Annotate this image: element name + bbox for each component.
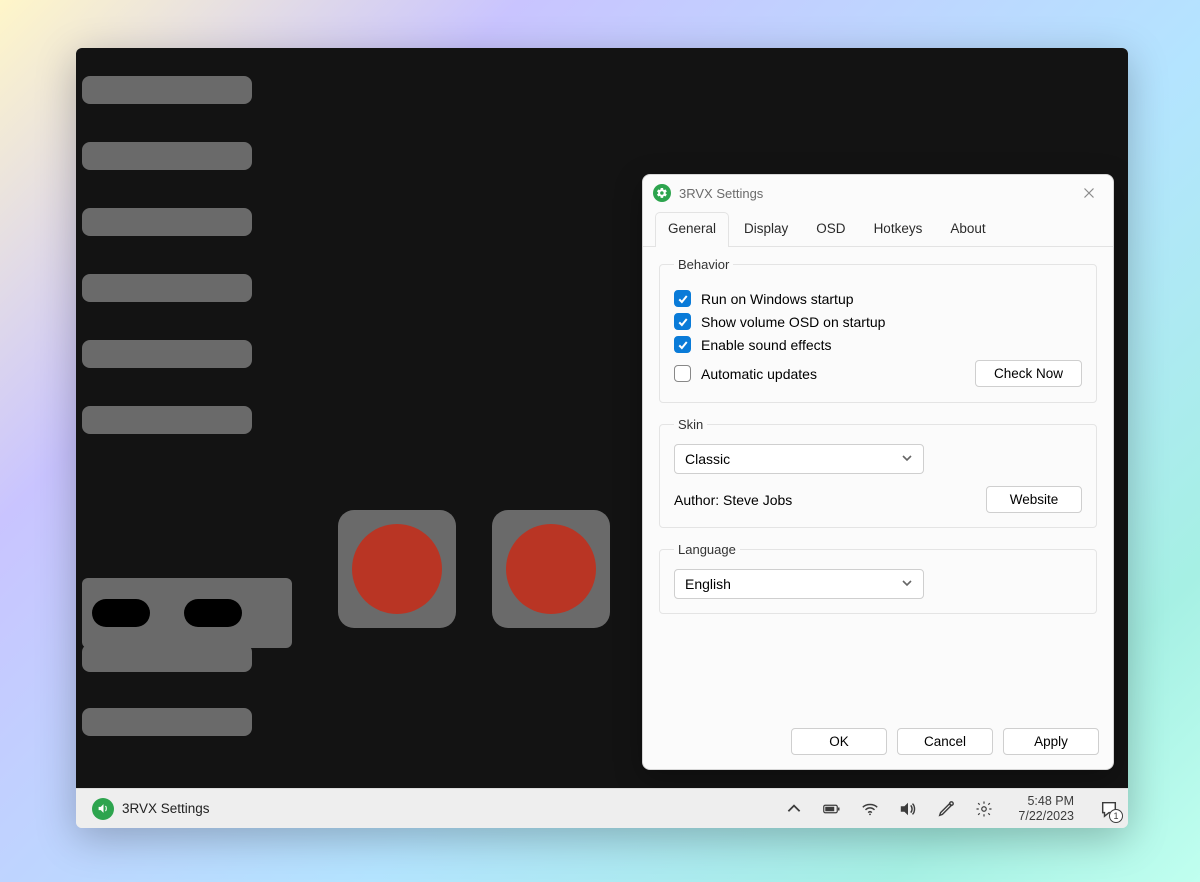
nes-lower-bars bbox=[82, 608, 252, 772]
gear-icon[interactable] bbox=[974, 799, 994, 819]
battery-icon[interactable] bbox=[822, 799, 842, 819]
app-window: 3RVX Settings General Display OSD Hotkey… bbox=[76, 48, 1128, 828]
language-select-value: English bbox=[685, 576, 731, 592]
group-skin-legend: Skin bbox=[674, 417, 707, 432]
group-behavior: Behavior Run on Windows startup Show vol… bbox=[659, 257, 1097, 403]
nes-button-a bbox=[338, 510, 456, 628]
skin-select[interactable]: Classic bbox=[674, 444, 924, 474]
ok-button[interactable]: OK bbox=[791, 728, 887, 755]
tab-display[interactable]: Display bbox=[731, 212, 801, 247]
checkbox-label: Enable sound effects bbox=[701, 337, 832, 353]
checkbox-label: Automatic updates bbox=[701, 366, 817, 382]
settings-dialog: 3RVX Settings General Display OSD Hotkey… bbox=[642, 174, 1114, 770]
notification-count-badge: 1 bbox=[1109, 809, 1123, 823]
group-behavior-legend: Behavior bbox=[674, 257, 733, 272]
tab-about[interactable]: About bbox=[937, 212, 998, 247]
chevron-down-icon bbox=[901, 451, 913, 467]
checkbox-run-on-startup[interactable]: Run on Windows startup bbox=[674, 290, 1082, 307]
tab-panel-general: Behavior Run on Windows startup Show vol… bbox=[643, 247, 1113, 718]
checkbox-show-volume-osd[interactable]: Show volume OSD on startup bbox=[674, 313, 1082, 330]
checkbox-icon bbox=[674, 336, 691, 353]
close-button[interactable] bbox=[1075, 179, 1103, 207]
taskbar-app-label: 3RVX Settings bbox=[122, 801, 210, 816]
dialog-titlebar[interactable]: 3RVX Settings bbox=[643, 175, 1113, 211]
checkbox-enable-sound-effects[interactable]: Enable sound effects bbox=[674, 336, 1082, 353]
chevron-down-icon bbox=[901, 576, 913, 592]
speaker-icon bbox=[92, 798, 114, 820]
nes-button-b bbox=[492, 510, 610, 628]
dialog-title: 3RVX Settings bbox=[679, 186, 1067, 201]
tab-osd[interactable]: OSD bbox=[803, 212, 858, 247]
clock-time: 5:48 PM bbox=[1018, 794, 1074, 809]
website-button[interactable]: Website bbox=[986, 486, 1082, 513]
skin-select-value: Classic bbox=[685, 451, 730, 467]
tab-general[interactable]: General bbox=[655, 212, 729, 247]
taskbar-clock[interactable]: 5:48 PM 7/22/2023 bbox=[1012, 794, 1080, 824]
dialog-footer: OK Cancel Apply bbox=[643, 718, 1113, 769]
language-select[interactable]: English bbox=[674, 569, 924, 599]
cancel-button[interactable]: Cancel bbox=[897, 728, 993, 755]
wifi-icon[interactable] bbox=[860, 799, 880, 819]
tab-bar: General Display OSD Hotkeys About bbox=[643, 211, 1113, 247]
clock-date: 7/22/2023 bbox=[1018, 809, 1074, 824]
checkbox-icon bbox=[674, 313, 691, 330]
skin-author-label: Author: Steve Jobs bbox=[674, 492, 792, 508]
checkbox-label: Show volume OSD on startup bbox=[701, 314, 885, 330]
pen-icon[interactable] bbox=[936, 799, 956, 819]
checkbox-label: Run on Windows startup bbox=[701, 291, 854, 307]
check-now-button[interactable]: Check Now bbox=[975, 360, 1082, 387]
group-skin: Skin Classic Author: Steve Jobs Website bbox=[659, 417, 1097, 528]
tab-hotkeys[interactable]: Hotkeys bbox=[861, 212, 936, 247]
group-language: Language English bbox=[659, 542, 1097, 614]
taskbar: 3RVX Settings bbox=[76, 788, 1128, 828]
app-gear-icon bbox=[653, 184, 671, 202]
system-tray: 5:48 PM 7/22/2023 1 bbox=[784, 794, 1120, 824]
checkbox-automatic-updates[interactable]: Automatic updates bbox=[674, 365, 817, 382]
checkbox-icon bbox=[674, 365, 691, 382]
apply-button[interactable]: Apply bbox=[1003, 728, 1099, 755]
notification-center-icon[interactable]: 1 bbox=[1098, 798, 1120, 820]
tray-overflow-icon[interactable] bbox=[784, 799, 804, 819]
nes-vent-bars bbox=[82, 76, 252, 472]
taskbar-app-item[interactable]: 3RVX Settings bbox=[84, 794, 218, 824]
desktop-wallpaper: 3RVX Settings General Display OSD Hotkey… bbox=[0, 0, 1200, 882]
group-language-legend: Language bbox=[674, 542, 740, 557]
checkbox-icon bbox=[674, 290, 691, 307]
volume-icon[interactable] bbox=[898, 799, 918, 819]
